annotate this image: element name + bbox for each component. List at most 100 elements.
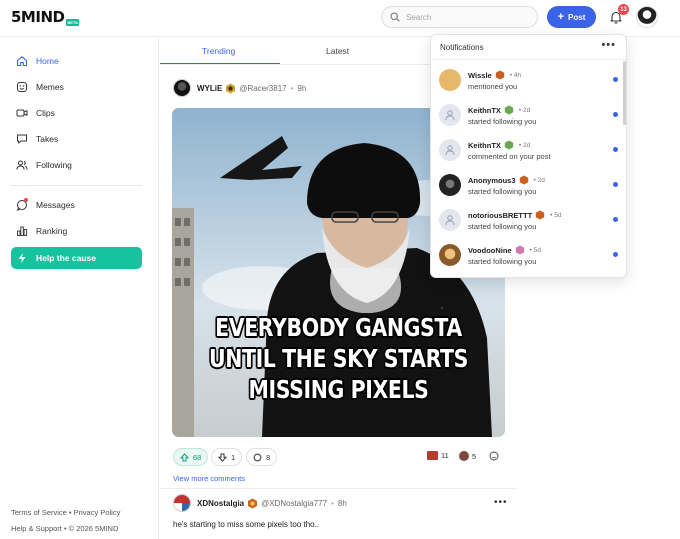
rank-badge-icon (504, 140, 514, 150)
add-reaction-button[interactable] (489, 451, 499, 461)
sidebar-item-label: Home (36, 56, 59, 66)
notification-name-row: Wissle • 4h (468, 70, 521, 80)
sidebar-item-label: Help the cause (36, 253, 96, 263)
unread-dot (613, 217, 618, 222)
notification-item[interactable]: Anonymous3 • 2d started following you (431, 167, 626, 202)
post-header: WYLiE @Racer3817 • 9h (173, 79, 306, 97)
notifications-options-icon[interactable]: ••• (601, 39, 616, 51)
rank-badge-icon (226, 83, 236, 93)
post-header: XDNostalgia @XDNostalgia777 • 8h (173, 494, 347, 512)
footer-copyright[interactable]: Help & Support • © 2026 5MIND (11, 524, 118, 533)
unread-dot (613, 147, 618, 152)
beta-tag: BETA (66, 19, 80, 26)
chat-bubble-icon (16, 133, 28, 145)
author-avatar[interactable] (173, 79, 191, 97)
post-button[interactable]: + Post (547, 6, 596, 28)
sidebar: Home Memes Clips Takes Following Message… (0, 38, 159, 539)
post-text: he's starting to miss some pixels too th… (173, 520, 320, 529)
notification-action: started following you (468, 222, 537, 231)
notification-time: • 5d (550, 211, 562, 219)
meme-caption-line: MISSING PIXELS (248, 375, 429, 404)
notification-name: notoriousBRETTT (468, 210, 533, 220)
notification-name-row: notoriousBRETTT • 5d (468, 210, 562, 220)
footer-links[interactable]: Terms of Service • Privacy Policy (11, 508, 120, 517)
home-icon (16, 55, 28, 67)
notification-item[interactable]: KeithnTX • 2d started following you (431, 97, 626, 132)
unread-dot (613, 77, 618, 82)
notification-item[interactable]: Wissle • 4h mentioned you (431, 62, 626, 97)
notifications-title: Notifications (440, 43, 484, 52)
author-name[interactable]: XDNostalgia (197, 499, 244, 508)
notification-action: commented on your post (468, 152, 551, 161)
arrow-down-icon (218, 453, 227, 462)
sidebar-item-takes[interactable]: Takes (11, 128, 142, 150)
sidebar-item-help-the-cause[interactable]: Help the cause (11, 247, 142, 269)
notification-item[interactable]: VoodooNine • 5d started following you (431, 237, 626, 272)
post-divider (160, 488, 517, 489)
sidebar-item-clips[interactable]: Clips (11, 102, 142, 124)
notification-name-row: VoodooNine • 5d (468, 245, 541, 255)
notification-avatar (439, 104, 461, 126)
users-icon (16, 159, 28, 171)
sidebar-item-label: Ranking (36, 226, 68, 236)
emoji-add-icon (489, 451, 499, 461)
reaction-character[interactable]: 5 (459, 451, 476, 461)
logo[interactable]: 5MIND BETA (11, 8, 80, 26)
unread-dot (613, 252, 618, 257)
downvote-count: 1 (231, 452, 236, 462)
sidebar-item-following[interactable]: Following (11, 154, 142, 176)
author-handle[interactable]: @Racer3817 (239, 84, 286, 93)
notification-time: • 4h (509, 71, 522, 79)
notifications-divider (431, 59, 626, 60)
sidebar-item-ranking[interactable]: Ranking (11, 220, 142, 242)
sidebar-item-messages[interactable]: Messages (11, 194, 142, 216)
comment-button[interactable]: 8 (246, 448, 278, 466)
author-avatar[interactable] (173, 494, 191, 512)
bar-chart-icon (16, 225, 28, 237)
post-time: 9h (297, 83, 307, 93)
tab-trending[interactable]: Trending (202, 46, 235, 56)
notification-time: • 2d (518, 141, 531, 149)
sidebar-divider (11, 185, 142, 186)
author-handle[interactable]: @XDNostalgia777 (261, 499, 327, 508)
sidebar-item-label: Messages (36, 200, 75, 210)
top-bar: 5MIND BETA Search + Post 13 (0, 0, 680, 37)
notification-name: VoodooNine (468, 245, 512, 255)
post-time: 8h (337, 498, 347, 508)
upvote-button[interactable]: 68 (173, 448, 209, 466)
sidebar-item-home[interactable]: Home (11, 50, 142, 72)
reaction-meme[interactable]: 11 (427, 451, 449, 460)
notification-item[interactable]: KeithnTX • 2d commented on your post (431, 132, 626, 167)
user-avatar[interactable] (636, 6, 658, 28)
reaction-count: 11 (441, 451, 449, 460)
author-name[interactable]: WYLiE (197, 84, 222, 93)
notifications-panel: Notifications ••• Wissle • 4h mentioned … (430, 34, 627, 278)
notification-name: KeithnTX (468, 105, 501, 115)
search-placeholder: Search (406, 12, 432, 22)
meme-caption: EVERYBODY GANGSTA UNTIL THE SKY STARTS M… (202, 312, 475, 405)
post-actions: 68 1 8 11 5 (173, 448, 505, 466)
notification-action: started following you (468, 117, 537, 126)
post-options-icon[interactable]: ••• (494, 497, 508, 508)
lightning-icon (16, 252, 28, 264)
search-input[interactable]: Search (381, 6, 538, 28)
meme-caption-line: EVERYBODY GANGSTA (215, 313, 462, 342)
sidebar-item-label: Clips (36, 108, 55, 118)
notification-action: started following you (468, 257, 537, 266)
view-more-comments-link[interactable]: View more comments (173, 474, 245, 483)
downvote-button[interactable]: 1 (211, 448, 243, 466)
video-icon (16, 107, 28, 119)
notification-name-row: KeithnTX • 2d (468, 105, 530, 115)
separator-dot: • (290, 83, 294, 93)
user-placeholder-icon (445, 110, 455, 121)
post-button-label: Post (568, 12, 586, 22)
logo-text: 5MIND (11, 8, 65, 26)
notification-avatar (439, 244, 461, 266)
notification-item[interactable]: notoriousBRETTT • 5d started following y… (431, 202, 626, 237)
sidebar-item-memes[interactable]: Memes (11, 76, 142, 98)
comment-count: 8 (266, 452, 271, 462)
tab-latest[interactable]: Latest (326, 46, 349, 56)
notification-name: KeithnTX (468, 140, 501, 150)
notification-avatar (439, 139, 461, 161)
reaction-image-icon (427, 451, 438, 460)
